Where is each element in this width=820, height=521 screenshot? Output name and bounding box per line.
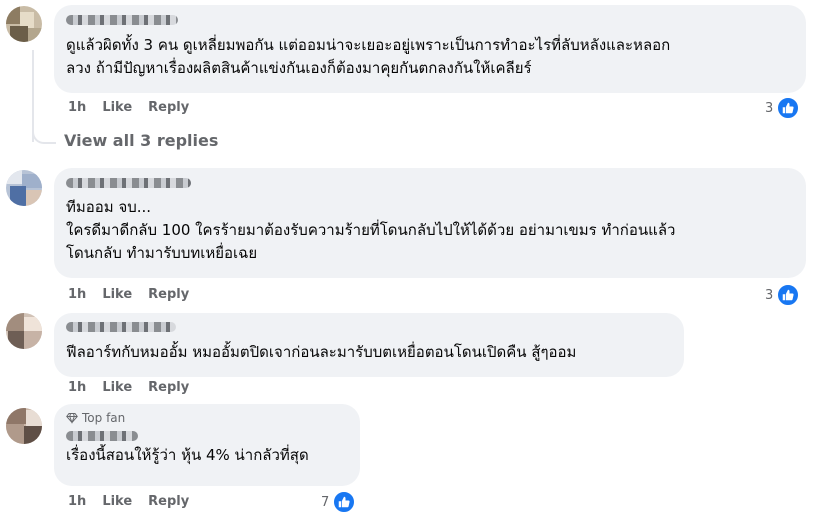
comment-time[interactable]: 1h bbox=[68, 494, 86, 509]
reaction-count: 3 bbox=[765, 287, 774, 303]
reaction-summary[interactable]: 7 bbox=[321, 490, 357, 514]
comment-bubble: Top fan เรื่องนี้สอนให้รู้ว่า หุ้น 4% น่… bbox=[54, 404, 360, 486]
avatar[interactable] bbox=[6, 313, 42, 349]
like-thumb-icon bbox=[776, 283, 801, 307]
comment-bubble: ทีมออม จบ... ใครดีมาดีกลับ 100 ใครร้ายมา… bbox=[54, 168, 806, 278]
like-button[interactable]: Like bbox=[102, 380, 132, 395]
comment-actions: 1h Like Reply bbox=[68, 100, 189, 115]
reply-thread-curve bbox=[32, 118, 56, 144]
comment-text: ดูแล้วผิดทั้ง 3 คน ดูเหลี่ยมพอกัน แต่ออม… bbox=[66, 36, 671, 77]
diamond-icon bbox=[66, 413, 78, 424]
reply-button[interactable]: Reply bbox=[148, 100, 189, 115]
reaction-summary[interactable]: 3 bbox=[765, 96, 801, 120]
comment-bubble: ดูแล้วผิดทั้ง 3 คน ดูเหลี่ยมพอกัน แต่ออม… bbox=[54, 5, 806, 93]
comment-actions: 1h Like Reply bbox=[68, 287, 189, 302]
comment-text: ทีมออม จบ... ใครดีมาดีกลับ 100 ใครร้ายมา… bbox=[66, 198, 676, 262]
comment-actions: 1h Like Reply bbox=[68, 494, 189, 509]
comment-text: ฟีลอาร์ทกับหมออั้ม หมออั้มตปิดเจาก่อนละม… bbox=[66, 343, 577, 361]
reply-button[interactable]: Reply bbox=[148, 380, 189, 395]
comment-time[interactable]: 1h bbox=[68, 380, 86, 395]
top-fan-badge: Top fan bbox=[66, 410, 348, 426]
like-button[interactable]: Like bbox=[102, 494, 132, 509]
reaction-count: 3 bbox=[765, 100, 774, 116]
commenter-name-redacted[interactable] bbox=[66, 15, 178, 25]
comment-bubble: ฟีลอาร์ทกับหมออั้ม หมออั้มตปิดเจาก่อนละม… bbox=[54, 313, 684, 377]
commenter-name-redacted[interactable] bbox=[66, 431, 138, 441]
reply-button[interactable]: Reply bbox=[148, 287, 189, 302]
comment-actions: 1h Like Reply bbox=[68, 380, 189, 395]
like-thumb-icon bbox=[332, 490, 357, 514]
commenter-name-redacted[interactable] bbox=[66, 178, 191, 188]
view-all-replies-link[interactable]: View all 3 replies bbox=[64, 131, 218, 150]
avatar[interactable] bbox=[6, 408, 42, 444]
like-thumb-icon bbox=[776, 96, 801, 120]
comment-time[interactable]: 1h bbox=[68, 100, 86, 115]
top-fan-label: Top fan bbox=[82, 411, 126, 425]
like-button[interactable]: Like bbox=[102, 287, 132, 302]
comment-time[interactable]: 1h bbox=[68, 287, 86, 302]
reaction-count: 7 bbox=[321, 494, 330, 510]
comment-text: เรื่องนี้สอนให้รู้ว่า หุ้น 4% น่ากลัวที่… bbox=[66, 446, 309, 464]
avatar[interactable] bbox=[6, 6, 42, 42]
reply-button[interactable]: Reply bbox=[148, 494, 189, 509]
avatar[interactable] bbox=[6, 170, 42, 206]
commenter-name-redacted[interactable] bbox=[66, 322, 176, 332]
reaction-summary[interactable]: 3 bbox=[765, 283, 801, 307]
like-button[interactable]: Like bbox=[102, 100, 132, 115]
